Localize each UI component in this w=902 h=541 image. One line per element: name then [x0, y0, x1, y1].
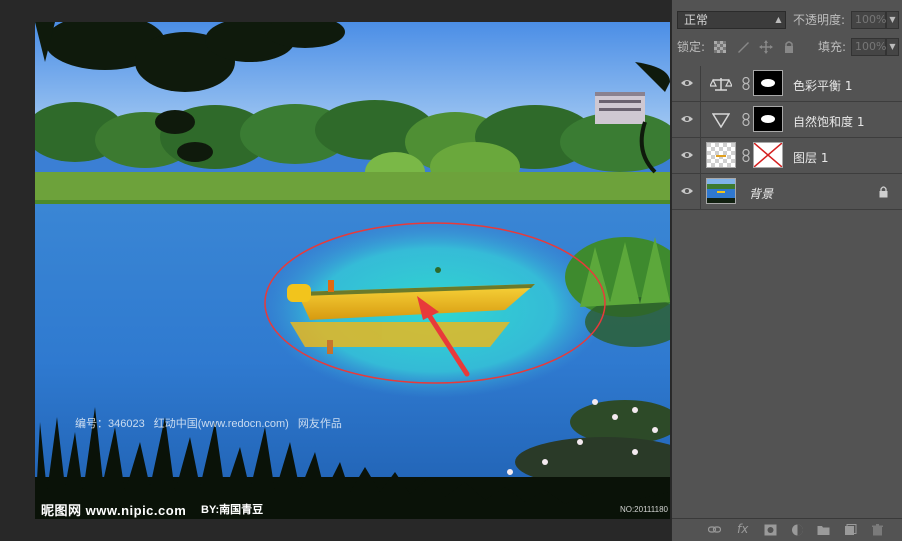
link-icon[interactable]	[708, 524, 721, 536]
opacity-label: 不透明度:	[793, 13, 846, 27]
layer-row-background[interactable]: 背景	[672, 174, 902, 210]
lock-image-pixels-icon[interactable]	[736, 40, 750, 54]
lock-all-icon[interactable]	[782, 40, 796, 54]
layers-panel-footer: fx	[672, 518, 902, 541]
layer-name: 自然饱和度 1	[793, 115, 865, 129]
chain-link-icon[interactable]	[742, 149, 750, 162]
fill-label: 填充:	[818, 40, 847, 54]
layer-mask-thumbnail[interactable]	[753, 106, 783, 132]
column-divider	[700, 138, 701, 173]
visibility-eye-icon[interactable]	[680, 185, 694, 197]
folder-icon[interactable]	[817, 524, 830, 536]
layer-row-layer-1[interactable]: 图层 1	[672, 138, 902, 174]
layer-name: 背景	[749, 187, 774, 201]
updown-arrow-icon: ▲	[775, 15, 782, 24]
fill-dropdown-button[interactable]: ▼	[886, 38, 899, 56]
blend-row: 正常 ▲ 不透明度: 100% ▼	[672, 7, 902, 33]
lock-transparent-pixels-icon[interactable]	[713, 40, 727, 54]
trash-icon[interactable]	[871, 524, 884, 536]
document-canvas[interactable]: 编号：346023 红动中国(www.redocn.com) 网友作品 昵图网 …	[35, 22, 670, 519]
watermark-logo: 昵图网 www.nipic.com	[41, 503, 187, 518]
layers-panel: 正常 ▲ 不透明度: 100% ▼ 锁定: 填充: 100% ▼ 色彩平衡 1 …	[671, 0, 902, 541]
layer-name: 色彩平衡 1	[793, 79, 853, 93]
chevron-down-icon: ▼	[889, 42, 896, 51]
watermark-info: 编号：346023 红动中国(www.redocn.com) 网友作品	[75, 418, 342, 430]
visibility-eye-icon[interactable]	[680, 77, 694, 89]
blend-mode-value: 正常	[684, 13, 709, 27]
column-divider	[700, 174, 701, 209]
fill-value: 100%	[855, 40, 887, 53]
opacity-dropdown-button[interactable]: ▼	[886, 11, 899, 29]
layer-thumbnail[interactable]	[706, 142, 736, 168]
lock-label: 锁定:	[677, 40, 706, 54]
photo-scene	[35, 22, 670, 519]
lock-row: 锁定: 填充: 100% ▼	[672, 34, 902, 60]
watermark-id: NO:20111180	[619, 505, 668, 514]
disabled-mask-thumbnail[interactable]	[753, 142, 783, 168]
building	[595, 92, 645, 124]
layer-mask-thumbnail[interactable]	[753, 70, 783, 96]
chevron-down-icon: ▼	[889, 15, 896, 24]
column-divider	[700, 66, 701, 101]
column-divider	[700, 102, 701, 137]
new-layer-icon[interactable]	[844, 524, 857, 536]
chain-link-icon[interactable]	[742, 77, 750, 90]
layer-row-color-balance[interactable]: 色彩平衡 1	[672, 66, 902, 102]
opacity-value: 100%	[855, 13, 887, 26]
layer-thumbnail[interactable]	[706, 178, 736, 204]
lock-position-icon[interactable]	[759, 40, 773, 54]
fill-input[interactable]: 100%	[851, 38, 886, 56]
opacity-input[interactable]: 100%	[851, 11, 886, 29]
visibility-eye-icon[interactable]	[680, 113, 694, 125]
mask-icon[interactable]	[764, 524, 777, 536]
balance-scale-icon	[710, 78, 732, 91]
watermark-author: BY:南国青豆	[201, 504, 264, 516]
fx-icon[interactable]: fx	[737, 522, 748, 536]
visibility-eye-icon[interactable]	[680, 149, 694, 161]
adjustment-icon[interactable]	[791, 524, 804, 536]
blend-mode-select[interactable]: 正常 ▲	[677, 11, 786, 29]
lock-icon	[879, 186, 888, 198]
chain-link-icon[interactable]	[742, 113, 750, 126]
layer-name: 图层 1	[793, 151, 829, 165]
vibrance-triangle-icon	[712, 113, 730, 128]
layer-row-vibrance[interactable]: 自然饱和度 1	[672, 102, 902, 138]
